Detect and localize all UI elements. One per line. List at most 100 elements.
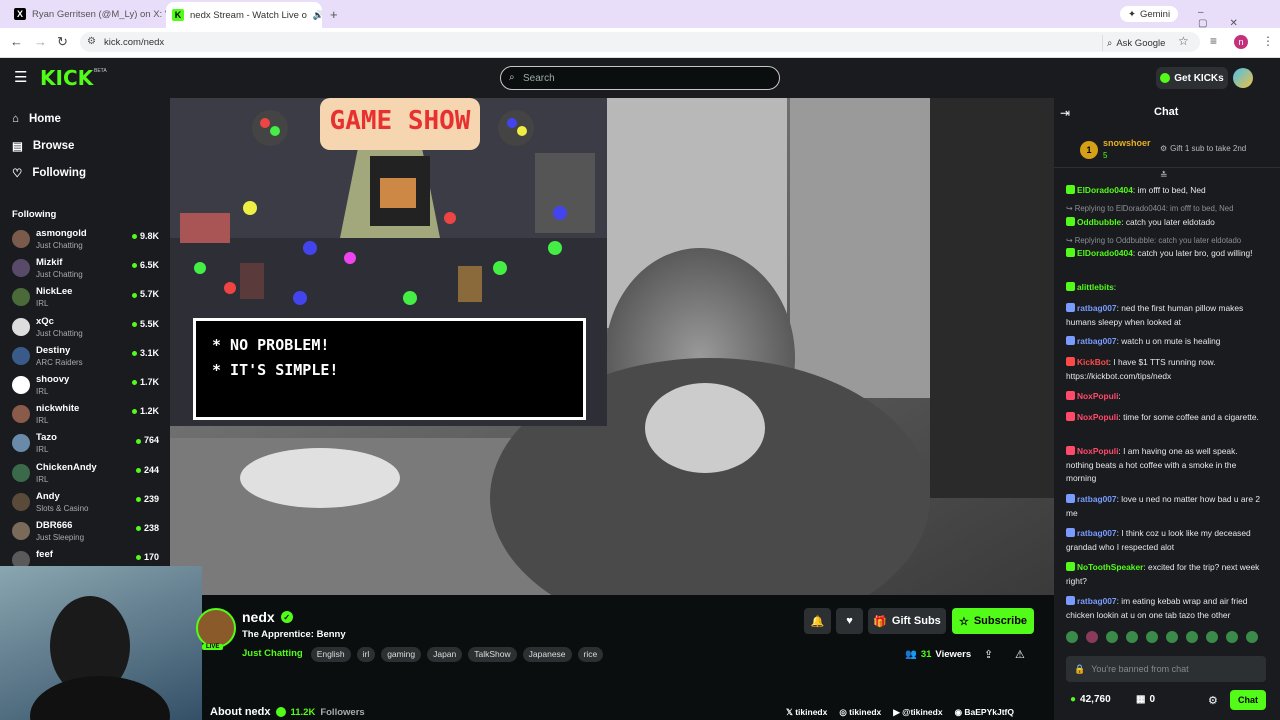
pin-icon[interactable]: ≛ [1160, 170, 1168, 181]
chat-username[interactable]: Oddbubble [1077, 217, 1121, 227]
gift-subs-button[interactable]: 🎁 Gift Subs [868, 608, 946, 634]
chat-username[interactable]: ratbag007 [1077, 494, 1117, 504]
profile-avatar[interactable]: n [1234, 35, 1248, 49]
user-avatar[interactable] [1233, 68, 1253, 88]
followed-channel[interactable]: ChickenAndy IRL 244 [10, 460, 165, 489]
chat-settings-icon[interactable]: ⚙ [1208, 694, 1218, 707]
bookmark-star-icon[interactable]: ☆ [1178, 34, 1189, 48]
emote-icon[interactable] [1166, 631, 1178, 643]
emote-icon[interactable] [1086, 631, 1098, 643]
floating-webcam[interactable] [0, 566, 202, 720]
emote-icon[interactable] [1066, 631, 1078, 643]
channel-avatar [12, 230, 30, 248]
follow-button[interactable]: ♥ [836, 608, 863, 634]
followers-label: Followers [320, 706, 365, 718]
chat-username[interactable]: ratbag007 [1077, 336, 1117, 346]
chat-username[interactable]: NoxPopuli [1077, 391, 1118, 401]
chat-username[interactable]: ElDorado0404 [1077, 248, 1133, 258]
tag-chip[interactable]: rice [577, 646, 604, 662]
window-controls[interactable]: –▢✕ [1198, 7, 1280, 29]
get-kicks-button[interactable]: Get KICKs [1156, 67, 1228, 89]
chat-username[interactable]: ratbag007 [1077, 528, 1117, 538]
sub-balance[interactable]: ▦ 0 [1136, 694, 1155, 705]
pinned-user[interactable]: snowshoer [1103, 138, 1151, 148]
gift-prompt[interactable]: ⚙ Gift 1 sub to take 2nd [1160, 144, 1246, 153]
chat-username[interactable]: NoxPopuli [1077, 446, 1118, 456]
chat-send-button[interactable]: Chat [1230, 690, 1266, 710]
nav-following[interactable]: ♡ Following [12, 163, 86, 183]
reload-icon[interactable]: ↻ [57, 34, 68, 50]
emote-icon[interactable] [1186, 631, 1198, 643]
tag-chip[interactable]: gaming [381, 646, 422, 662]
chat-username[interactable]: KickBot [1077, 357, 1109, 367]
instagram-link[interactable]: ◎ tikinedx [839, 707, 881, 718]
chat-username[interactable]: NoToothSpeaker [1077, 562, 1143, 572]
channel-category: IRL [36, 416, 49, 426]
tag-chip[interactable]: Japanese [522, 646, 572, 662]
youtube-link[interactable]: ▶ @tikinedx [893, 707, 942, 718]
followed-channel[interactable]: Andy Slots & Casino 239 [10, 489, 165, 518]
chat-username[interactable]: alittlebits [1077, 282, 1114, 292]
gift-icon: ⚙ [1160, 144, 1168, 153]
ask-google-button[interactable]: ⌕ Ask Google [1102, 35, 1169, 51]
nav-browse[interactable]: ▤ Browse [12, 136, 74, 156]
followed-channel[interactable]: shoovy IRL 1.7K [10, 372, 165, 401]
forward-icon[interactable]: → [34, 34, 47, 49]
discord-link[interactable]: ◉ BaEPYkJtfQ [955, 707, 1014, 718]
subscribe-button[interactable]: ☆ Subscribe [952, 608, 1034, 634]
channel-avatar [12, 405, 30, 424]
followed-channel[interactable]: asmongold Just Chatting 9.8K [10, 226, 165, 255]
followed-channel[interactable]: NickLee IRL 5.7K [10, 284, 165, 313]
channel-avatar[interactable] [196, 608, 236, 648]
address-bar[interactable]: kick.com/nedx [80, 32, 1200, 52]
chat-input[interactable]: 🔒 You're banned from chat [1066, 656, 1266, 682]
browser-tab-kick[interactable]: K nedx Stream - Watch Live o 🔊 ✕ [166, 2, 322, 28]
kick-logo[interactable]: KICK [40, 66, 93, 90]
speaker-icon[interactable]: 🔊 [313, 10, 322, 21]
followed-channel[interactable]: Tazo IRL 764 [10, 430, 165, 459]
report-icon[interactable]: ⚠ [1015, 648, 1025, 661]
emote-icon[interactable] [1146, 631, 1158, 643]
collapse-chat-icon[interactable]: ⇥ [1060, 106, 1070, 120]
chat-username[interactable]: ratbag007 [1077, 596, 1117, 606]
new-tab-button[interactable]: + [330, 7, 338, 22]
x-link[interactable]: 𝕏 tikinedx [786, 707, 827, 718]
gemini-button[interactable]: ✦ Gemini [1120, 6, 1179, 22]
channel-name: DBR666 [36, 520, 73, 531]
menu-dots-icon[interactable]: ⋮ [1262, 34, 1274, 48]
followed-channel[interactable]: Mizkif Just Chatting 6.5K [10, 255, 165, 284]
share-icon[interactable]: ⇪ [984, 648, 993, 661]
chat-username[interactable]: ElDorado0404 [1077, 185, 1133, 195]
hamburger-menu-icon[interactable]: ☰ [14, 68, 27, 86]
category-link[interactable]: Just Chatting [242, 648, 303, 659]
media-controls-icon[interactable]: ≡ [1210, 34, 1217, 48]
emote-icon[interactable] [1206, 631, 1218, 643]
tag-chip[interactable]: irl [356, 646, 376, 662]
chat-username[interactable]: NoxPopuli [1077, 412, 1118, 422]
browser-tab-x[interactable]: X Ryan Gerritsen (@M_Ly) on X: "A me ✕ [8, 4, 166, 24]
emote-icon[interactable] [1106, 631, 1118, 643]
tab-title: nedx Stream - Watch Live o [190, 9, 307, 21]
notification-bell-button[interactable]: 🔔 [804, 608, 831, 634]
back-icon[interactable]: ← [10, 34, 23, 49]
emote-icon[interactable] [1126, 631, 1138, 643]
chat-colon: : [1113, 282, 1117, 292]
dialog-line-2: * IT'S SIMPLE! [212, 361, 339, 379]
channel-name-row[interactable]: nedx ✓ [242, 609, 293, 625]
tag-chip[interactable]: English [310, 646, 351, 662]
nav-home[interactable]: ⌂ Home [12, 109, 61, 129]
followers-count: 11.2K [290, 706, 316, 718]
site-info-icon[interactable]: ⚙ [87, 36, 96, 47]
emote-icon[interactable] [1246, 631, 1258, 643]
followed-channel[interactable]: nickwhite IRL 1.2K [10, 401, 165, 430]
followed-channel[interactable]: xQc Just Chatting 5.5K [10, 314, 165, 343]
chat-message: ElDorado0404: im offf to bed, Ned [1066, 184, 1266, 198]
followed-channel[interactable]: Destiny ARC Raiders 3.1K [10, 343, 165, 372]
emote-icon[interactable] [1226, 631, 1238, 643]
tag-chip[interactable]: Japan [427, 646, 463, 662]
search-input[interactable]: Search [500, 66, 780, 90]
followed-channel[interactable]: DBR666 Just Sleeping 238 [10, 518, 165, 547]
kicks-balance[interactable]: ● 42,760 [1070, 694, 1111, 705]
chat-username[interactable]: ratbag007 [1077, 303, 1117, 313]
tag-chip[interactable]: TalkShow [468, 646, 517, 662]
